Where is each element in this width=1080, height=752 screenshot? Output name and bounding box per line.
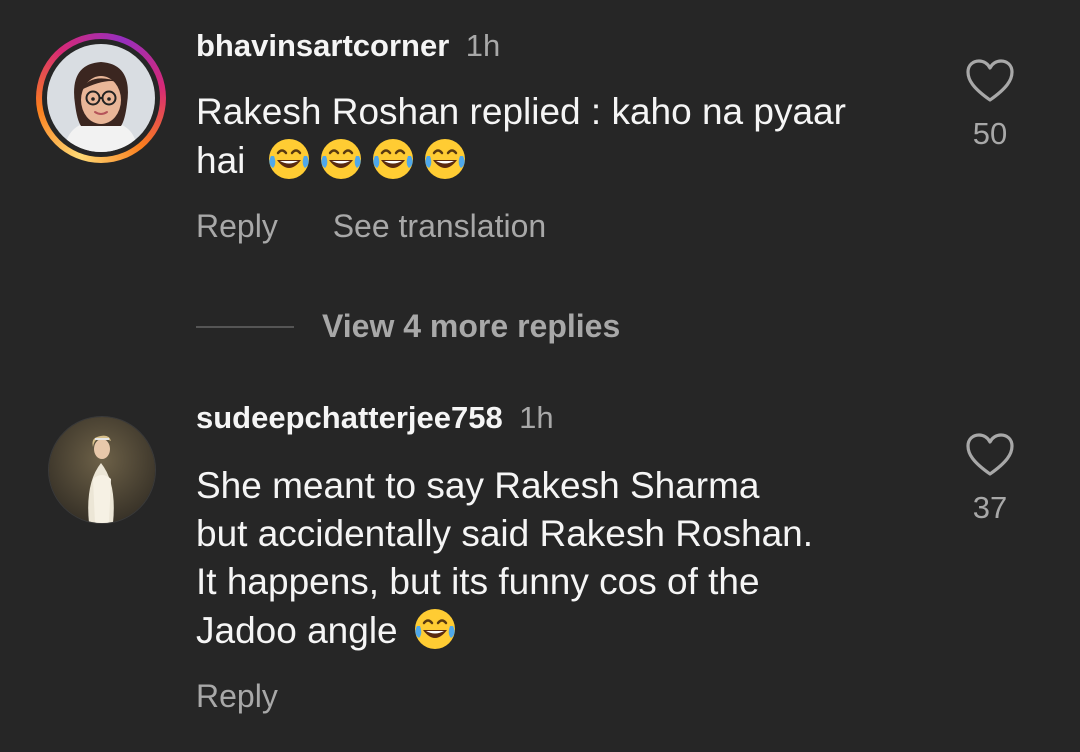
reply-button[interactable]: Reply xyxy=(196,208,278,244)
emoji-group xyxy=(412,610,464,651)
laughing-emoji-icon xyxy=(318,136,364,182)
comment-text: She meant to say Rakesh Sharma but accid… xyxy=(196,462,813,655)
view-more-replies-label: View 4 more replies xyxy=(322,308,621,344)
comment-text: Rakesh Roshan replied : kaho na pyaar ha… xyxy=(196,88,846,185)
like-count: 50 xyxy=(972,116,1008,151)
laughing-emoji-icon xyxy=(412,606,458,652)
timestamp: 1h xyxy=(465,28,501,63)
comment-text-line: It happens, but its funny cos of the xyxy=(196,561,760,602)
reply-button[interactable]: Reply xyxy=(196,678,278,714)
comment-text-line: Rakesh Roshan replied : kaho na pyaar xyxy=(196,91,846,132)
comment-text-line: Jadoo angle xyxy=(196,610,398,651)
timestamp: 1h xyxy=(519,400,554,435)
username[interactable]: bhavinsartcorner xyxy=(196,28,449,63)
avatar-image xyxy=(47,44,155,152)
username[interactable]: sudeepchatterjee758 xyxy=(196,400,503,435)
heart-icon[interactable] xyxy=(965,432,1015,478)
like-column: 50 xyxy=(950,58,1030,152)
laughing-emoji-icon xyxy=(266,136,312,182)
see-translation-button[interactable]: See translation xyxy=(333,208,546,244)
laughing-emoji-icon xyxy=(422,136,468,182)
avatar-image xyxy=(48,416,156,524)
story-ring xyxy=(36,33,166,163)
like-column: 37 xyxy=(950,432,1030,526)
avatar[interactable] xyxy=(48,416,156,524)
comment-text-line: She meant to say Rakesh Sharma xyxy=(196,465,760,506)
avatar[interactable] xyxy=(36,33,166,163)
comment-text-line: but accidentally said Rakesh Roshan. xyxy=(196,513,814,554)
heart-icon[interactable] xyxy=(965,58,1015,104)
emoji-group xyxy=(266,140,474,181)
like-count: 37 xyxy=(972,490,1008,525)
comment-text-line: hai xyxy=(196,140,246,181)
view-more-replies-button[interactable]: View 4 more replies xyxy=(196,308,620,345)
divider xyxy=(196,325,294,328)
laughing-emoji-icon xyxy=(370,136,416,182)
